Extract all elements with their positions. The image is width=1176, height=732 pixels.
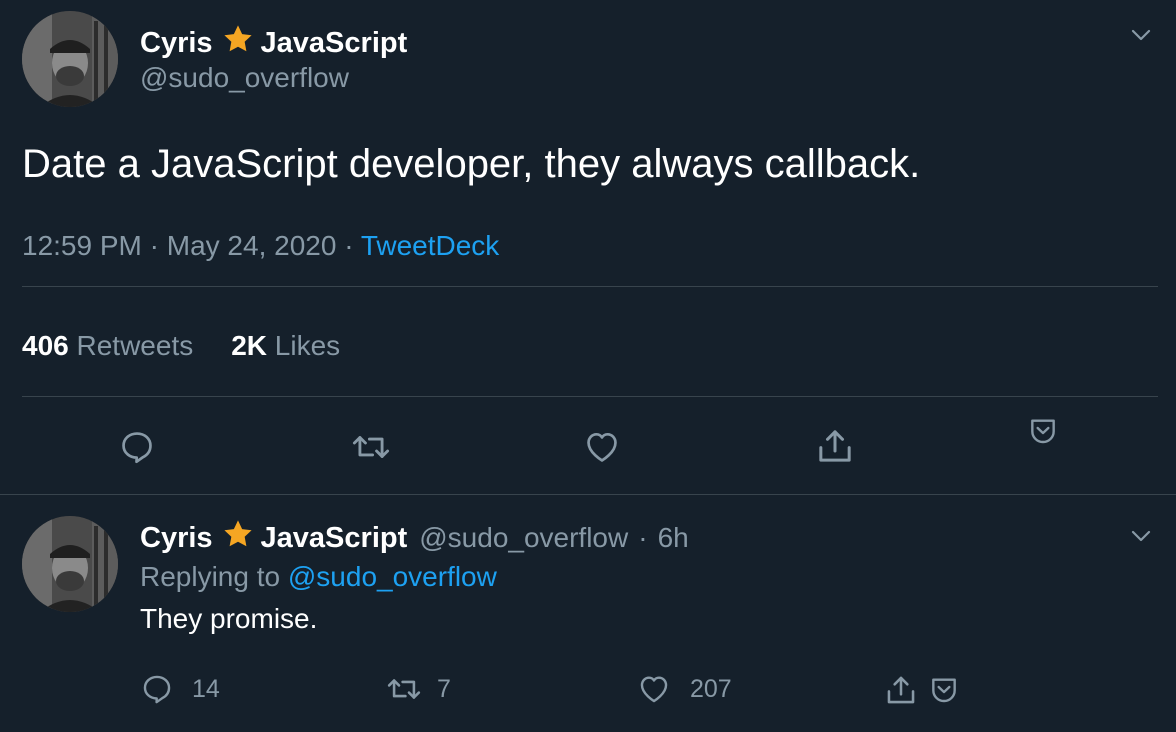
- avatar-image: [22, 516, 118, 612]
- meta-separator: ·: [149, 230, 159, 261]
- likes-count: 2K: [231, 330, 268, 361]
- divider: [22, 286, 1158, 287]
- divider: [22, 396, 1158, 397]
- reply-author-name[interactable]: Cyris: [140, 522, 213, 555]
- reply-author-name-suffix[interactable]: JavaScript: [261, 522, 408, 555]
- tweet-stats: 406 Retweets 2K Likes: [22, 330, 340, 362]
- avatar-image: [22, 11, 118, 107]
- chevron-down-icon[interactable]: [1128, 22, 1154, 48]
- retweet-icon[interactable]: [350, 428, 392, 466]
- meta-separator: ·: [344, 230, 354, 261]
- author-handle[interactable]: @sudo_overflow: [140, 62, 349, 94]
- like-icon[interactable]: [636, 672, 672, 706]
- tweet-meta: 12:59 PM · May 24, 2020 · TweetDeck: [22, 230, 499, 262]
- reply-retweet-action[interactable]: 7: [385, 672, 451, 706]
- star-icon: [221, 518, 255, 558]
- reply-icon[interactable]: [118, 428, 156, 466]
- replying-to-line: Replying to @sudo_overflow: [140, 561, 497, 593]
- likes-label: Likes: [274, 330, 341, 361]
- reply-like-action[interactable]: 207: [636, 672, 732, 706]
- retweet-count: 7: [437, 674, 451, 703]
- tweet-time[interactable]: 12:59 PM: [22, 230, 142, 261]
- bookmark-icon[interactable]: [927, 675, 961, 707]
- star-icon: [221, 23, 255, 63]
- reply-age[interactable]: 6h: [658, 522, 689, 554]
- bookmark-icon[interactable]: [1026, 416, 1060, 448]
- author-name-suffix[interactable]: JavaScript: [261, 27, 408, 60]
- reply-text: They promise.: [140, 603, 318, 634]
- author-name[interactable]: Cyris: [140, 27, 213, 60]
- divider: [0, 494, 1176, 495]
- retweets-label: Retweets: [76, 330, 194, 361]
- replying-to-handle[interactable]: @sudo_overflow: [288, 561, 497, 592]
- reply-author-avatar[interactable]: [22, 516, 118, 612]
- meta-separator: ·: [638, 522, 648, 553]
- chevron-down-icon[interactable]: [1128, 523, 1154, 549]
- tweet-date[interactable]: May 24, 2020: [167, 230, 337, 261]
- author-avatar[interactable]: [22, 11, 118, 107]
- reply-reply-action[interactable]: 14: [140, 672, 220, 706]
- retweets-count: 406: [22, 330, 69, 361]
- tweet-text: Date a JavaScript developer, they always…: [22, 142, 921, 186]
- reply-author-handle[interactable]: @sudo_overflow: [419, 522, 628, 554]
- share-icon[interactable]: [815, 426, 855, 466]
- author-name-row[interactable]: Cyris JavaScript: [140, 23, 407, 63]
- like-count: 207: [690, 674, 732, 703]
- replying-to-label: Replying to: [140, 561, 281, 592]
- likes-stat[interactable]: 2K Likes: [231, 330, 340, 361]
- reply-count: 14: [192, 674, 220, 703]
- tweet-source-link[interactable]: TweetDeck: [361, 230, 500, 261]
- retweets-stat[interactable]: 406 Retweets: [22, 330, 193, 361]
- reply-icon[interactable]: [140, 672, 174, 706]
- share-icon[interactable]: [884, 673, 918, 707]
- retweet-icon[interactable]: [385, 672, 423, 706]
- reply-author-row: Cyris JavaScript @sudo_overflow · 6h: [140, 518, 689, 558]
- tweet-page: Cyris JavaScript @sudo_overflow Date a J…: [0, 0, 1176, 732]
- like-icon[interactable]: [582, 428, 622, 466]
